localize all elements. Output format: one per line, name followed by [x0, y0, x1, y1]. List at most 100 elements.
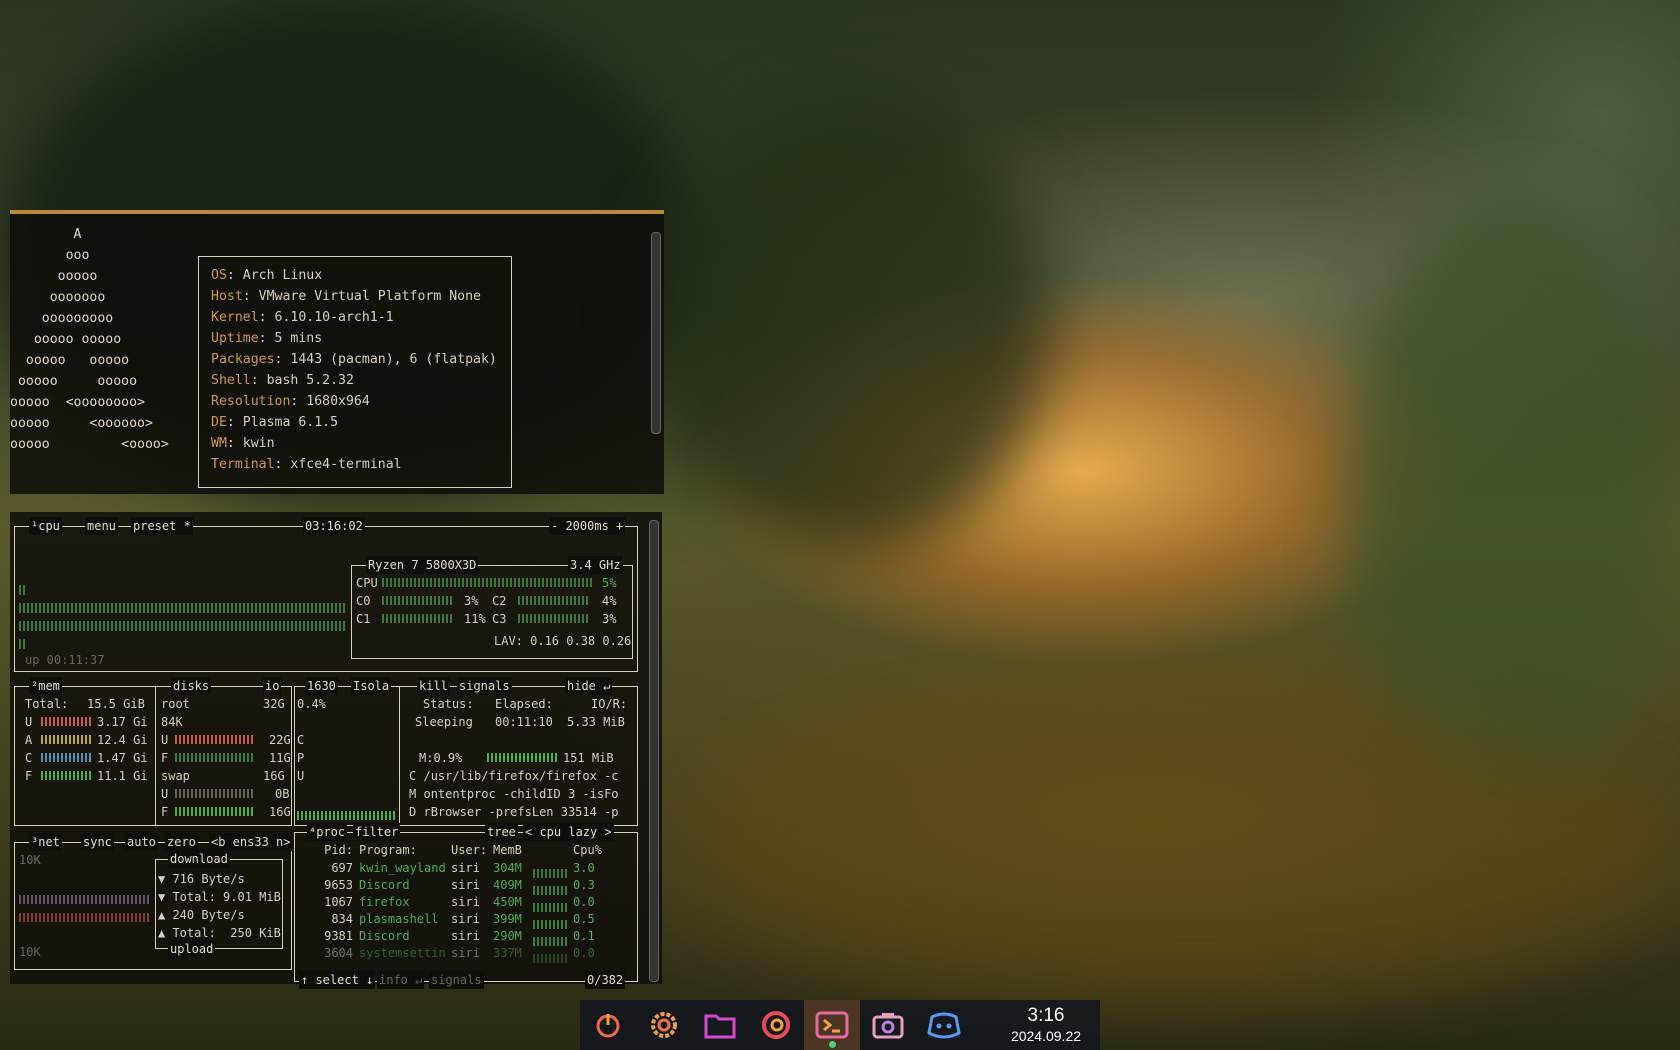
cell-prog: kwin_wayland — [359, 861, 446, 875]
info-value: Plasma 6.1.5 — [242, 415, 339, 430]
table-row[interactable]: 3604 systemsettin siri 337M 0.0 — [299, 944, 629, 963]
cell-pid: 697 — [331, 861, 353, 875]
logo-line: ooooo <oooooooo> — [10, 395, 145, 410]
elapsed-label: Elapsed: — [495, 697, 553, 711]
logo-line: ooooooo — [10, 290, 106, 305]
clock[interactable]: 3:16 2024.09.22 — [992, 1005, 1100, 1045]
kill-button[interactable]: kill — [417, 677, 450, 695]
info-box: OS: Arch Linux Host: VMware Virtual Platf… — [198, 256, 512, 488]
preset-button[interactable]: preset * — [131, 517, 193, 535]
cell-mem: 304M — [493, 861, 522, 875]
table-row[interactable]: 9653 Discord siri 409M 0.3 — [299, 876, 629, 895]
net-box: ³net sync auto zero <b ens33 n> 10K 10K … — [14, 833, 293, 970]
info-row: DE: Plasma 6.1.5 — [211, 415, 339, 430]
cmd-prefix: D — [409, 805, 417, 819]
swap-row-key: F — [161, 805, 169, 819]
io-value: 5.33 MiB — [567, 715, 625, 729]
logo-line: ooooo ooooo — [10, 332, 122, 347]
mem-row-key: A — [25, 733, 33, 747]
cell-pid: 1067 — [324, 895, 353, 909]
auto-button[interactable]: auto — [125, 833, 158, 851]
cpu-model: Ryzen 7 5800X3D — [366, 556, 479, 574]
disk-row-value: 11G — [269, 751, 291, 765]
core-pct: 11% — [464, 612, 486, 626]
screenshot-button[interactable] — [860, 1000, 916, 1050]
info-key: Kernel — [211, 310, 259, 325]
proc-tab[interactable]: ⁴proc — [307, 823, 348, 841]
info-key: Terminal — [211, 457, 275, 472]
disks-tab[interactable]: disks — [171, 677, 212, 695]
info-control[interactable]: info ↵ — [377, 971, 425, 989]
info-value: 5 mins — [274, 331, 323, 346]
settings-button[interactable] — [636, 1000, 692, 1050]
upload-label: upload — [168, 940, 216, 958]
io-label: IO/R: — [591, 697, 628, 711]
tree-button[interactable]: tree — [485, 823, 518, 841]
io-tab[interactable]: io — [263, 677, 282, 695]
cell-pid: 834 — [331, 912, 353, 926]
clock: 03:16:02 — [303, 517, 365, 535]
cell-prog: systemsettin — [359, 946, 446, 960]
cell-pid: 9381 — [324, 929, 353, 943]
mem-box: ²mem disks io Total: 15.5 GiB U 3.17 Gi … — [14, 677, 292, 826]
info-key: Uptime — [211, 331, 259, 346]
cell-cpu: 0.0 — [573, 895, 595, 909]
cell-prog: plasmashell — [359, 912, 439, 926]
cell-pid: 3604 — [324, 946, 353, 960]
status-value: Sleeping — [415, 715, 473, 729]
swap-row-value: 0B — [275, 787, 290, 801]
info-row: Resolution: 1680x964 — [211, 394, 370, 409]
firefox-button[interactable] — [748, 1000, 804, 1050]
mem-total: 15.5 GiB — [87, 697, 145, 711]
net-tab[interactable]: ³net — [29, 833, 62, 851]
logo-line: ooooooooo — [10, 311, 114, 326]
select-control[interactable]: ↑ select ↓ — [299, 971, 376, 989]
wallpaper-shape — [650, 100, 1050, 550]
signals-control[interactable]: signals — [429, 971, 484, 989]
terminal-button[interactable] — [804, 1000, 860, 1050]
disk-root-size: 32G — [263, 697, 285, 711]
scrollbar[interactable] — [649, 520, 659, 982]
table-row[interactable]: 9381 Discord siri 290M 0.1 — [299, 927, 629, 946]
cpu-info-box: Ryzen 7 5800X3D 3.4 GHz CPU 5% C0 3% C1 … — [351, 556, 633, 659]
table-row[interactable]: 834 plasmashell siri 399M 0.5 — [299, 910, 629, 929]
interval-control[interactable]: - 2000ms + — [549, 517, 626, 535]
cell-mem: 337M — [493, 946, 522, 960]
core-pct: 4% — [602, 594, 617, 608]
process-list-box: ⁴proc filter tree < cpu lazy > Pid: Progr… — [294, 823, 638, 989]
power-button[interactable] — [580, 1000, 636, 1050]
process-count: 0/382 — [585, 971, 626, 989]
cpu-tab[interactable]: ¹cpu — [29, 517, 62, 535]
interface-selector[interactable]: <b ens33 n> — [209, 833, 293, 851]
filter-button[interactable]: filter — [353, 823, 401, 841]
discord-button[interactable] — [916, 1000, 972, 1050]
info-value: kwin — [242, 436, 275, 451]
btop-terminal[interactable]: ¹cpu menu preset * 03:16:02 - 2000ms + u… — [10, 512, 662, 989]
info-row: Kernel: 6.10.10-arch1-1 — [211, 310, 394, 325]
core-name: C2 — [492, 594, 507, 608]
sync-button[interactable]: sync — [81, 833, 114, 851]
scrollbar[interactable] — [651, 232, 661, 434]
menu-button[interactable]: menu — [85, 517, 118, 535]
column-header: Pid: — [324, 843, 353, 857]
logo-line: ooo — [10, 248, 90, 263]
mem-tab[interactable]: ²mem — [29, 677, 62, 695]
files-button[interactable] — [692, 1000, 748, 1050]
cell-user: siri — [451, 946, 480, 960]
detail-name: Isola — [351, 677, 392, 695]
table-row[interactable]: 1067 firefox siri 450M 0.0 — [299, 893, 629, 912]
uptime-label: up 00:11:37 — [25, 653, 105, 667]
zero-button[interactable]: zero — [165, 833, 198, 851]
hide-button[interactable]: hide ↵ — [565, 677, 613, 695]
sort-selector[interactable]: < cpu lazy > — [523, 823, 614, 841]
info-value: 1443 (pacman), 6 (flatpak) — [290, 352, 497, 367]
swap-label: swap — [161, 769, 190, 783]
neofetch-terminal[interactable]: A ooo ooooo ooooooo ooooooooo ooooo oooo… — [10, 210, 664, 494]
logo-line: A — [10, 227, 82, 242]
load-average: LAV: 0.16 0.38 0.26 — [494, 634, 632, 648]
cmd-line: rBrowser -prefsLen 33514 -p — [423, 805, 619, 819]
signals-button[interactable]: signals — [457, 677, 512, 695]
info-key: Host — [211, 289, 243, 304]
process-detail-box: 1630 Isola kill signals hide ↵ 0.4% C P … — [294, 677, 638, 826]
table-row[interactable]: 697 kwin_wayland siri 304M 3.0 — [299, 859, 629, 878]
